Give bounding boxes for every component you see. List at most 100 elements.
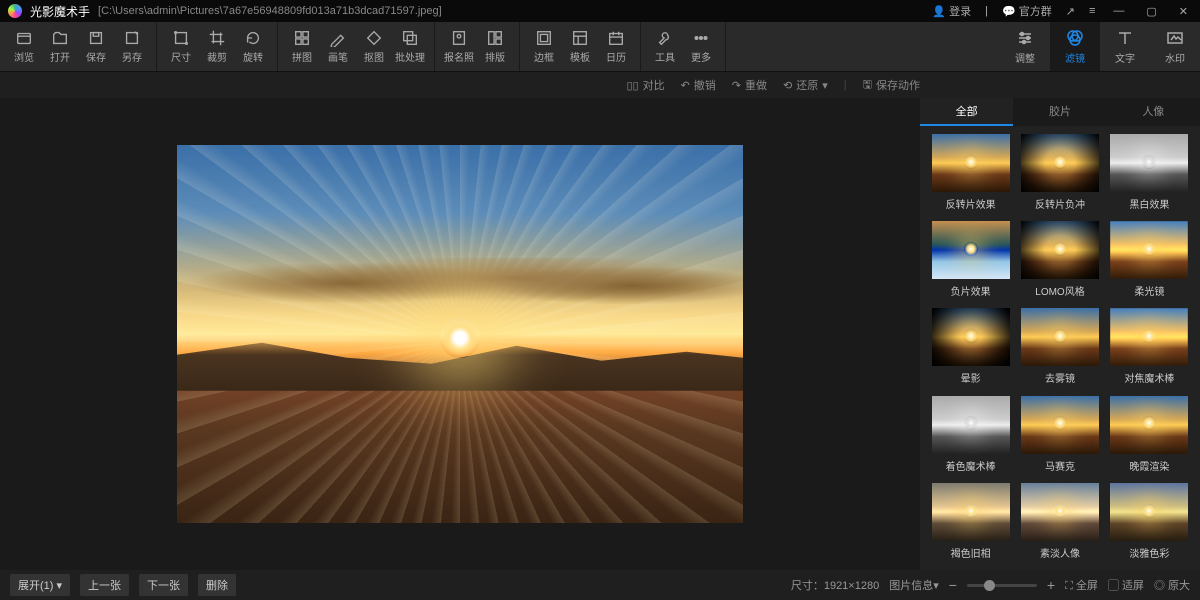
divider: | bbox=[985, 5, 988, 17]
tool-尺寸[interactable]: 尺寸 bbox=[163, 22, 199, 71]
delete-button[interactable]: 删除 bbox=[198, 574, 236, 596]
filter-反转片效果[interactable]: 反转片效果 bbox=[928, 134, 1013, 213]
action-bar: ▯▯ 对比 ↶ 撤销 ↷ 重做 ⟲ 还原 ▾ | 🖫 保存动作 bbox=[0, 72, 1200, 98]
minimize-button[interactable]: — bbox=[1109, 5, 1128, 17]
fullscreen-button[interactable]: ⛶ 全屏 bbox=[1065, 577, 1098, 593]
menu-icon[interactable]: ≡ bbox=[1089, 5, 1095, 17]
filter-thumbnail bbox=[1110, 221, 1188, 279]
filter-label: 反转片负冲 bbox=[1035, 196, 1085, 211]
filter-thumbnail bbox=[1021, 396, 1099, 454]
size-label: 尺寸：1921×1280 bbox=[791, 577, 879, 593]
tool-调整[interactable]: 调整 bbox=[1000, 22, 1050, 71]
filter-淡雅色彩[interactable]: 淡雅色彩 bbox=[1107, 483, 1192, 562]
statusbar: 展开(1) ▾ 上一张 下一张 删除 尺寸：1921×1280 图片信息▾ − … bbox=[0, 570, 1200, 600]
zoom-slider[interactable] bbox=[967, 584, 1037, 587]
fit-button[interactable]: ▢ 适屏 bbox=[1108, 577, 1144, 593]
zoom-in-button[interactable]: + bbox=[1047, 577, 1055, 593]
filter-label: 对焦魔术棒 bbox=[1124, 370, 1174, 385]
tool-裁剪[interactable]: 裁剪 bbox=[199, 22, 235, 71]
filter-柔光镜[interactable]: 柔光镜 bbox=[1107, 221, 1192, 300]
tool-更多[interactable]: 更多 bbox=[683, 22, 719, 71]
tool-打开[interactable]: 打开 bbox=[42, 22, 78, 71]
filter-label: 晕影 bbox=[961, 370, 981, 385]
undo-button[interactable]: ↶ 撤销 bbox=[681, 77, 716, 93]
login-link[interactable]: 👤 登录 bbox=[932, 3, 971, 19]
tool-保存[interactable]: 保存 bbox=[78, 22, 114, 71]
tool-文字[interactable]: 文字 bbox=[1100, 22, 1150, 71]
tool-浏览[interactable]: 浏览 bbox=[6, 22, 42, 71]
tool-报名照[interactable]: 报名照 bbox=[441, 22, 477, 71]
filter-thumbnail bbox=[932, 308, 1010, 366]
tab-胶片[interactable]: 胶片 bbox=[1013, 98, 1106, 126]
filter-对焦魔术棒[interactable]: 对焦魔术棒 bbox=[1107, 308, 1192, 387]
filter-thumbnail bbox=[1021, 134, 1099, 192]
file-path: [C:\Users\admin\Pictures\7a67e56948809fd… bbox=[98, 5, 924, 17]
filter-黑白效果[interactable]: 黑白效果 bbox=[1107, 134, 1192, 213]
filter-去雾镜[interactable]: 去雾镜 bbox=[1017, 308, 1102, 387]
divider: | bbox=[844, 79, 847, 91]
filter-马赛克[interactable]: 马赛克 bbox=[1017, 396, 1102, 475]
restore-button[interactable]: ⟲ 还原 ▾ bbox=[783, 77, 828, 93]
tool-水印[interactable]: 水印 bbox=[1150, 22, 1200, 71]
tool-滤镜[interactable]: 滤镜 bbox=[1050, 22, 1100, 71]
tool-拼图[interactable]: 拼图 bbox=[284, 22, 320, 71]
tool-抠图[interactable]: 抠图 bbox=[356, 22, 392, 71]
tab-全部[interactable]: 全部 bbox=[920, 98, 1013, 126]
filter-thumbnail bbox=[1021, 308, 1099, 366]
filter-label: 柔光镜 bbox=[1134, 283, 1164, 298]
filter-label: 素淡人像 bbox=[1040, 545, 1080, 560]
original-button[interactable]: ◎ 原大 bbox=[1154, 577, 1190, 593]
group-link[interactable]: 💬 官方群 bbox=[1002, 3, 1052, 19]
filter-sidebar: 全部胶片人像 反转片效果反转片负冲 黑白效果负片效果 LOMO风格 柔光镜晕影 去雾镜 对… bbox=[920, 98, 1200, 570]
filter-晕影[interactable]: 晕影 bbox=[928, 308, 1013, 387]
redo-button[interactable]: ↷ 重做 bbox=[732, 77, 767, 93]
toolbar: 浏览打开保存另存 尺寸裁剪旋转 拼图画笔抠图批处理 报名照排版 边框模板日历 工… bbox=[0, 22, 1200, 72]
filter-着色魔术棒[interactable]: 着色魔术棒 bbox=[928, 396, 1013, 475]
filter-thumbnail bbox=[1021, 483, 1099, 541]
expand-button[interactable]: 展开(1) ▾ bbox=[10, 574, 70, 596]
canvas-area bbox=[0, 98, 920, 570]
next-button[interactable]: 下一张 bbox=[139, 574, 188, 596]
filter-thumbnail bbox=[932, 221, 1010, 279]
filter-label: LOMO风格 bbox=[1035, 283, 1084, 298]
filter-thumbnail bbox=[1110, 134, 1188, 192]
filter-LOMO风格[interactable]: LOMO风格 bbox=[1017, 221, 1102, 300]
close-button[interactable]: ✕ bbox=[1175, 5, 1192, 18]
filter-label: 淡雅色彩 bbox=[1129, 545, 1169, 560]
share-icon[interactable]: ↗ bbox=[1066, 5, 1075, 18]
tool-画笔[interactable]: 画笔 bbox=[320, 22, 356, 71]
tool-旋转[interactable]: 旋转 bbox=[235, 22, 271, 71]
tool-边框[interactable]: 边框 bbox=[526, 22, 562, 71]
tool-另存[interactable]: 另存 bbox=[114, 22, 150, 71]
app-name: 光影魔术手 bbox=[30, 3, 90, 20]
tool-模板[interactable]: 模板 bbox=[562, 22, 598, 71]
tool-排版[interactable]: 排版 bbox=[477, 22, 513, 71]
maximize-button[interactable]: ▢ bbox=[1142, 5, 1160, 18]
tab-人像[interactable]: 人像 bbox=[1107, 98, 1200, 126]
filter-褐色旧相[interactable]: 褐色旧相 bbox=[928, 483, 1013, 562]
compare-button[interactable]: ▯▯ 对比 bbox=[626, 77, 664, 93]
filter-thumbnail bbox=[932, 396, 1010, 454]
filter-晚霞渲染[interactable]: 晚霞渲染 bbox=[1107, 396, 1192, 475]
filter-反转片负冲[interactable]: 反转片负冲 bbox=[1017, 134, 1102, 213]
save-action-button[interactable]: 🖫 保存动作 bbox=[863, 76, 920, 95]
filter-label: 马赛克 bbox=[1045, 458, 1075, 473]
image-canvas[interactable] bbox=[177, 145, 743, 523]
filter-label: 去雾镜 bbox=[1045, 370, 1075, 385]
filter-thumbnail bbox=[932, 134, 1010, 192]
filter-thumbnail bbox=[1021, 221, 1099, 279]
tool-批处理[interactable]: 批处理 bbox=[392, 22, 428, 71]
prev-button[interactable]: 上一张 bbox=[80, 574, 129, 596]
filter-label: 褐色旧相 bbox=[951, 545, 991, 560]
filter-负片效果[interactable]: 负片效果 bbox=[928, 221, 1013, 300]
tool-日历[interactable]: 日历 bbox=[598, 22, 634, 71]
filter-label: 负片效果 bbox=[951, 283, 991, 298]
tool-工具[interactable]: 工具 bbox=[647, 22, 683, 71]
zoom-out-button[interactable]: − bbox=[949, 577, 957, 593]
filter-thumbnail bbox=[932, 483, 1010, 541]
filter-thumbnail bbox=[1110, 396, 1188, 454]
info-dropdown[interactable]: 图片信息▾ bbox=[889, 577, 939, 593]
filter-thumbnail bbox=[1110, 308, 1188, 366]
filter-素淡人像[interactable]: 素淡人像 bbox=[1017, 483, 1102, 562]
filter-label: 晚霞渲染 bbox=[1129, 458, 1169, 473]
